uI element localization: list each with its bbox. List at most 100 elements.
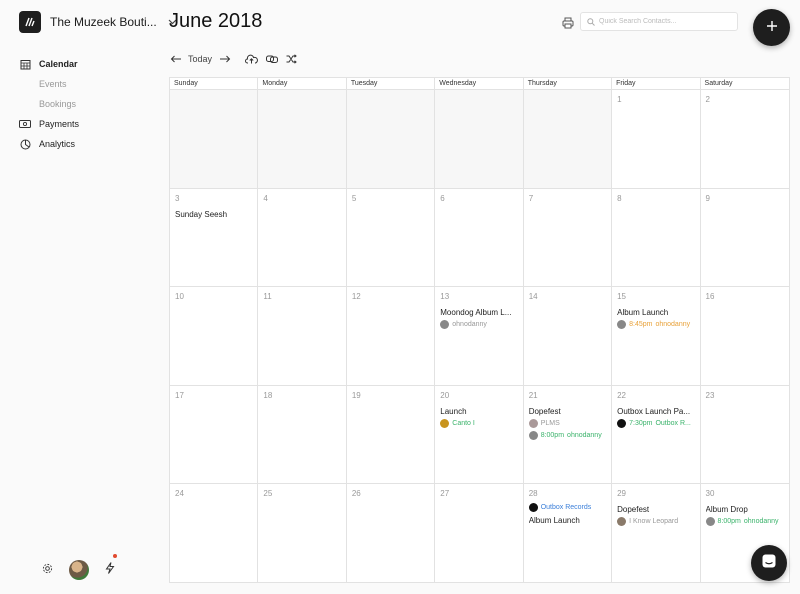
day-number: 17	[175, 390, 184, 400]
event-avatar	[617, 418, 627, 428]
day-cell[interactable]: 3 Sunday Seesh	[170, 188, 259, 287]
arrow-right-icon[interactable]	[219, 52, 231, 66]
event-meta: PLMS	[528, 418, 606, 428]
sidebar-item-label: Events	[39, 79, 67, 89]
day-cell[interactable]: 10	[170, 287, 259, 385]
event-meta: 7:30pm Outbox R...	[617, 418, 694, 428]
event-title[interactable]: Album Launch	[529, 516, 606, 525]
day-number: 27	[440, 489, 450, 499]
add-button[interactable]	[753, 9, 790, 46]
lightning-icon[interactable]	[105, 561, 115, 579]
event-owner: ohnodanny	[452, 321, 487, 329]
sidebar-item-calendar[interactable]: Calendar	[19, 54, 159, 74]
calendar-week: 3 Sunday Seesh 4 5 6 7 8 9	[170, 188, 789, 288]
day-cell[interactable]: 9	[701, 189, 789, 287]
day-cell[interactable]: 28 Outbox Records Album Launch	[524, 484, 613, 583]
month-calendar: Sunday Monday Tuesday Wednesday Thursday…	[169, 77, 790, 583]
day-cell[interactable]: 12	[347, 287, 436, 385]
printer-icon[interactable]	[562, 16, 574, 29]
weekday-label: Thursday	[524, 78, 613, 89]
day-cell[interactable]: 24	[170, 484, 259, 583]
chat-launcher[interactable]	[751, 545, 787, 581]
event-title[interactable]: Dopefest	[529, 407, 606, 416]
day-number: 18	[263, 390, 273, 400]
event-title[interactable]: Outbox Launch Pa...	[617, 407, 694, 416]
day-number: 1	[617, 95, 622, 104]
day-number: 15	[617, 292, 627, 302]
day-cell[interactable]: 1	[612, 90, 701, 188]
day-number: 13	[440, 292, 450, 302]
calendar-week: 24 25 26 27 28 Outbox Records Album Laun…	[170, 484, 789, 583]
duplicate-icon[interactable]	[266, 52, 279, 66]
day-cell[interactable]: 14	[524, 287, 613, 385]
event-meta: Canto I	[440, 418, 517, 428]
sidebar-item-label: Bookings	[39, 99, 77, 109]
day-cell[interactable]: 15 Album Launch 8:45pm ohnodanny	[612, 287, 701, 385]
day-cell[interactable]: 11	[258, 287, 347, 385]
day-number: 10	[175, 292, 184, 302]
day-cell[interactable]: 20 Launch Canto I	[435, 385, 524, 484]
day-cell[interactable]: 13 Moondog Album L... ohnodanny	[435, 287, 524, 385]
event-owner: PLMS	[540, 419, 560, 427]
sidebar-item-payments[interactable]: Payments	[19, 114, 159, 134]
day-number: 9	[705, 193, 710, 203]
day-cell[interactable]: 7	[524, 188, 613, 287]
event-meta: 8:00pm ohnodanny	[705, 517, 784, 527]
day-number: 22	[617, 390, 627, 400]
weekday-label: Saturday	[704, 80, 733, 87]
event-title[interactable]: Album Launch	[617, 308, 694, 317]
sidebar-item-analytics[interactable]: Analytics	[19, 134, 159, 154]
day-cell-empty	[346, 90, 436, 188]
sidebar-item-label: Calendar	[39, 59, 78, 69]
event-owner: Outbox Records	[540, 504, 592, 512]
day-cell[interactable]: 6	[435, 188, 524, 287]
event-avatar	[617, 517, 627, 527]
shuffle-icon[interactable]	[286, 52, 297, 66]
day-number: 16	[705, 292, 715, 302]
event-owner: ohnodanny	[567, 431, 602, 439]
cloud-upload-icon[interactable]	[245, 52, 258, 66]
day-number: 23	[705, 390, 715, 400]
day-cell[interactable]: 2	[701, 90, 789, 188]
event-title[interactable]: Dopefest	[617, 505, 694, 514]
day-number: 25	[263, 489, 273, 499]
arrow-left-icon[interactable]	[170, 52, 182, 66]
day-cell[interactable]: 19	[347, 385, 436, 484]
event-time: 8:00pm	[717, 518, 741, 526]
plus-icon	[766, 19, 778, 37]
sidebar-item-events[interactable]: Events	[19, 74, 159, 94]
day-cell[interactable]: 23	[701, 386, 789, 484]
day-cell[interactable]: 22 Outbox Launch Pa... 7:30pm Outbox R..…	[612, 385, 701, 484]
event-title[interactable]: Launch	[440, 407, 517, 416]
sidebar-item-label: Payments	[39, 119, 80, 129]
day-number: 20	[440, 390, 450, 400]
quick-search[interactable]	[580, 12, 738, 31]
event-avatar	[528, 503, 538, 513]
settings-gear-icon[interactable]	[42, 561, 53, 579]
today-button[interactable]: Today	[188, 52, 212, 66]
event-owner: I Know Leopard	[629, 518, 679, 526]
event-title[interactable]: Sunday Seesh	[175, 210, 252, 219]
org-switcher[interactable]: The Muzeek Bouti...	[19, 11, 177, 33]
event-time: 7:30pm	[629, 419, 653, 427]
search-input[interactable]	[599, 18, 737, 25]
day-cell[interactable]: 25	[258, 484, 347, 583]
day-cell[interactable]: 5	[347, 188, 436, 287]
day-cell[interactable]: 18	[258, 385, 347, 484]
day-number: 2	[705, 95, 710, 104]
event-title[interactable]: Moondog Album L...	[440, 308, 517, 317]
event-title[interactable]: Album Drop	[706, 505, 784, 514]
event-time: 8:00pm	[540, 431, 565, 439]
day-cell[interactable]: 21 Dopefest PLMS 8:00pm ohnodanny	[524, 385, 613, 484]
day-cell[interactable]: 8	[612, 188, 701, 287]
day-cell[interactable]: 29 Dopefest I Know Leopard	[612, 484, 701, 583]
day-cell[interactable]: 26	[347, 484, 436, 583]
day-cell[interactable]: 17	[170, 385, 259, 484]
sidebar-item-bookings[interactable]: Bookings	[19, 94, 159, 114]
sidebar-nav: Calendar Events Bookings Payments Analyt…	[19, 54, 159, 154]
user-avatar[interactable]	[69, 560, 89, 580]
day-cell[interactable]: 16	[701, 287, 789, 385]
day-number: 8	[617, 193, 622, 203]
day-cell[interactable]: 4	[258, 188, 347, 287]
day-cell[interactable]: 27	[435, 484, 524, 583]
